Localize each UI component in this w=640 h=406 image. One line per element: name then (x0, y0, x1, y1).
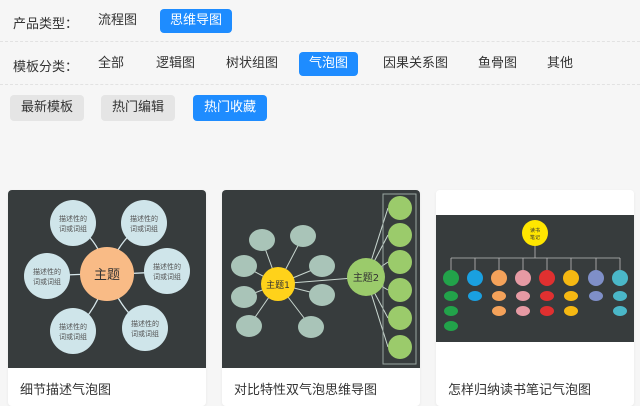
svg-text:词或词组: 词或词组 (131, 329, 159, 338)
svg-text:描述性的: 描述性的 (130, 214, 158, 223)
category-option-fishbone[interactable]: 鱼骨图 (468, 52, 527, 76)
template-category-label: 模板分类： (13, 60, 79, 75)
template-card-title[interactable]: 细节描述气泡图 (20, 379, 111, 398)
svg-text:词或词组: 词或词组 (59, 224, 87, 233)
template-card-title[interactable]: 对比特性双气泡思维导图 (234, 379, 377, 398)
svg-text:词或词组: 词或词组 (130, 224, 158, 233)
bubble-center-text: 主题 (94, 268, 120, 283)
sort-tab-newest[interactable]: 最新模板 (10, 95, 85, 121)
svg-text:笔记: 笔记 (530, 234, 540, 241)
svg-text:词或词组: 词或词组 (33, 277, 61, 286)
double-bubble-center-b: 主题2 (353, 272, 379, 284)
template-card[interactable]: 主题 描述性的 词或词组 描述性的 词或词组 描述性的 词或词组 描述性的 词或词组 描… (8, 190, 206, 406)
svg-text:描述性的: 描述性的 (131, 319, 159, 328)
svg-text:读书: 读书 (530, 227, 540, 234)
product-type-option-mindmap[interactable]: 思维导图 (160, 9, 233, 33)
svg-text:描述性的: 描述性的 (153, 262, 181, 271)
category-option-logic[interactable]: 逻辑图 (146, 52, 205, 76)
template-category-filter: 模板分类： 全部 逻辑图 树状组图 气泡图 因果关系图 鱼骨图 其他 (0, 43, 640, 85)
product-type-filter: 产品类型： 流程图 思维导图 (0, 0, 640, 42)
template-card[interactable]: 读书 笔记 怎样归纳读书笔记气泡图 (436, 190, 634, 406)
template-thumbnail-bubble[interactable]: 主题 描述性的词或词组 描述性的词或词组 描述性的词或词组 描述性的词或词组 描… (8, 190, 206, 368)
category-option-other[interactable]: 其他 (537, 52, 583, 76)
svg-text:描述性的: 描述性的 (59, 214, 87, 223)
double-bubble-center-a: 主题1 (266, 279, 290, 291)
template-card-title[interactable]: 怎样归纳读书笔记气泡图 (448, 379, 591, 398)
template-card[interactable]: 主题1 主题2 对比特性双气泡思维导图 (222, 190, 420, 406)
category-option-cause-effect[interactable]: 因果关系图 (373, 52, 458, 76)
sort-tab-hot-favorite[interactable]: 热门收藏 (193, 95, 268, 121)
template-thumbnail-reading-notes[interactable]: 读书 笔记 (436, 190, 634, 368)
template-thumbnail-double-bubble[interactable]: 主题1 主题2 (222, 190, 420, 368)
category-option-bubble[interactable]: 气泡图 (299, 52, 359, 76)
category-option-tree[interactable]: 树状组图 (216, 52, 288, 76)
svg-text:描述性的: 描述性的 (33, 267, 61, 276)
svg-text:描述性的: 描述性的 (59, 322, 87, 331)
product-type-option-flowchart[interactable]: 流程图 (88, 9, 147, 33)
category-option-all[interactable]: 全部 (88, 52, 134, 76)
sort-tab-hot-edit[interactable]: 热门编辑 (101, 95, 176, 121)
svg-text:词或词组: 词或词组 (59, 332, 87, 341)
product-type-label: 产品类型： (13, 17, 79, 32)
svg-text:词或词组: 词或词组 (153, 272, 181, 281)
